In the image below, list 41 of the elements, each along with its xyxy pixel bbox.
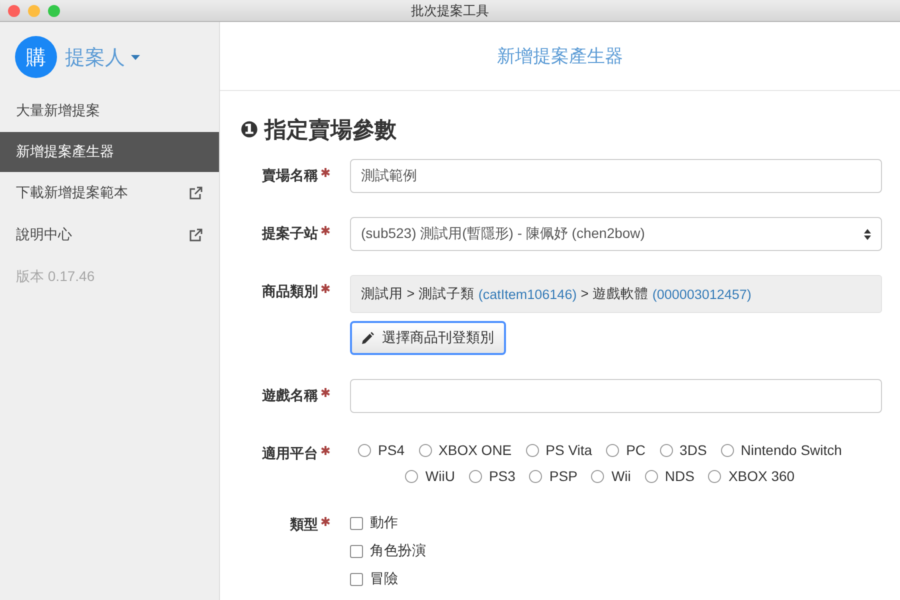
close-button[interactable] [8, 5, 20, 17]
version-label: 版本 0.17.46 [15, 267, 96, 286]
field-label: 商品類別 [262, 283, 318, 301]
input-field[interactable]: 測試範例 [350, 159, 882, 193]
radio-option[interactable]: PC [606, 442, 646, 458]
sidebar-item[interactable]: 新增提案產生器 [0, 132, 219, 172]
choose-category-button[interactable]: 選擇商品刊登類別 [350, 321, 506, 355]
radio-option[interactable]: WiiU [405, 468, 455, 484]
field-label: 類型 [290, 516, 318, 534]
sidebar-item[interactable]: 大量新增提案 [0, 90, 219, 132]
checkbox-option[interactable]: 冒險 [350, 570, 882, 588]
page-title: 新增提案產生器 [497, 45, 623, 68]
category-path: 測試用 > 測試子類 (catItem106146) > 遊戲軟體 (000003012457) [350, 275, 882, 313]
radio-option[interactable]: PS3 [468, 468, 516, 484]
section-heading: ❶ 指定賣場參數 [240, 116, 398, 144]
radio-option[interactable]: Wii [591, 468, 631, 484]
radio-option[interactable]: 3DS [660, 442, 707, 458]
checkbox-option[interactable]: 角色扮演 [350, 542, 882, 560]
select-field[interactable]: (sub523) 測試用(暫隱形) - 陳佩妤 (chen2bow) [350, 217, 882, 251]
radio-option[interactable]: PS4 [358, 442, 405, 458]
sidebar-item[interactable]: 說明中心 [0, 214, 219, 256]
dropdown-arrows-icon [864, 228, 871, 240]
radio-option[interactable]: PS Vita [526, 442, 592, 458]
field-label: 遊戲名稱 [262, 387, 318, 405]
minimize-button[interactable] [28, 5, 40, 17]
radio-option[interactable]: NDS [644, 468, 694, 484]
zoom-button[interactable] [48, 5, 60, 17]
avatar: 購 [15, 36, 57, 78]
field-label: 賣場名稱 [262, 167, 318, 185]
input-field[interactable] [350, 379, 882, 413]
field-label: 適用平台 [262, 445, 318, 463]
sidebar-item[interactable]: 下載新增提案範本 [0, 172, 219, 214]
checkbox-option[interactable]: 動作 [350, 514, 882, 532]
window-title: 批次提案工具 [411, 2, 489, 20]
caret-icon [131, 54, 140, 60]
radio-option[interactable]: XBOX ONE [418, 442, 512, 458]
radio-option[interactable]: PSP [529, 468, 578, 484]
radio-option[interactable]: XBOX 360 [708, 468, 795, 484]
pencil-icon [362, 332, 374, 344]
field-label: 提案子站 [262, 225, 318, 243]
radio-option[interactable]: Nintendo Switch [720, 442, 842, 458]
